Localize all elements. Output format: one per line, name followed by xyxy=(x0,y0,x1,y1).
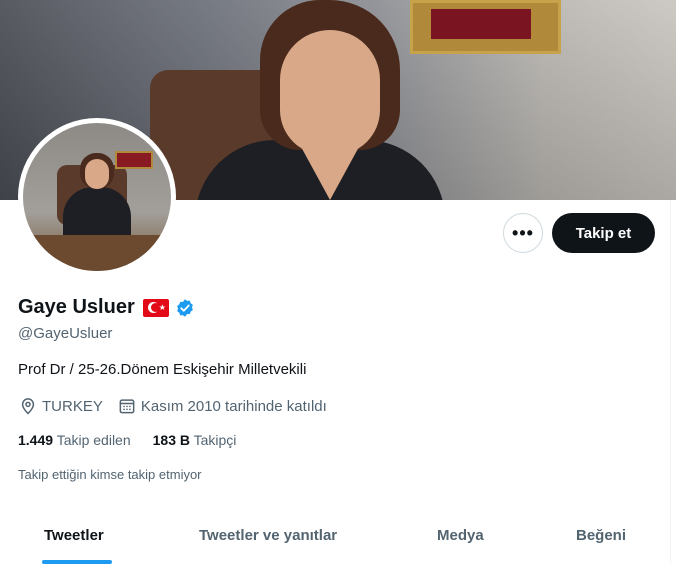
profile-avatar[interactable] xyxy=(18,118,176,276)
avatar-image xyxy=(23,123,171,271)
verified-badge-icon[interactable] xyxy=(175,298,195,318)
tab-tweets-and-replies[interactable]: Tweetler ve yanıtlar xyxy=(199,527,337,544)
profile-tabs: Tweetler Tweetler ve yanıtlar Medya Beğe… xyxy=(0,513,676,564)
joined-text: Kasım 2010 tarihinde katıldı xyxy=(140,397,327,415)
banner-person xyxy=(195,0,445,200)
mutual-followers-note: Takip ettiğin kimse takip etmiyor xyxy=(18,467,202,482)
joined-item: Kasım 2010 tarihinde katıldı xyxy=(117,396,327,416)
followers-label: Takipçi xyxy=(193,432,237,448)
followers-count: 183 B xyxy=(152,432,190,448)
profile-stats: 1.449 Takip edilen 183 B Takipçi xyxy=(18,432,258,448)
location-text: TURKEY xyxy=(42,397,103,415)
profile-handle: @GayeUsluer xyxy=(18,325,113,342)
followers-link[interactable]: 183 B Takipçi xyxy=(153,432,237,448)
active-tab-indicator xyxy=(42,560,112,564)
tab-media[interactable]: Medya xyxy=(437,527,484,544)
column-divider xyxy=(670,200,671,563)
more-options-button[interactable]: ••• xyxy=(503,213,543,253)
tab-tweets[interactable]: Tweetler xyxy=(44,527,104,544)
following-label: Takip edilen xyxy=(56,432,131,448)
following-link[interactable]: 1.449 Takip edilen xyxy=(18,432,131,448)
profile-bio: Prof Dr / 25-26.Dönem Eskişehir Milletve… xyxy=(18,361,307,378)
turkey-flag-icon: ★ xyxy=(142,298,169,317)
profile-meta: TURKEY Kasım 2010 tarihinde katıldı xyxy=(18,396,341,416)
display-name: Gaye Usluer xyxy=(18,296,135,318)
follow-button[interactable]: Takip et xyxy=(552,213,655,253)
calendar-icon xyxy=(119,399,135,414)
profile-name-row: Gaye Usluer ★ xyxy=(18,296,195,319)
following-count: 1.449 xyxy=(18,432,54,448)
location-pin-icon xyxy=(21,398,35,415)
tab-likes[interactable]: Beğeni xyxy=(576,527,626,544)
location-item: TURKEY xyxy=(18,396,103,416)
